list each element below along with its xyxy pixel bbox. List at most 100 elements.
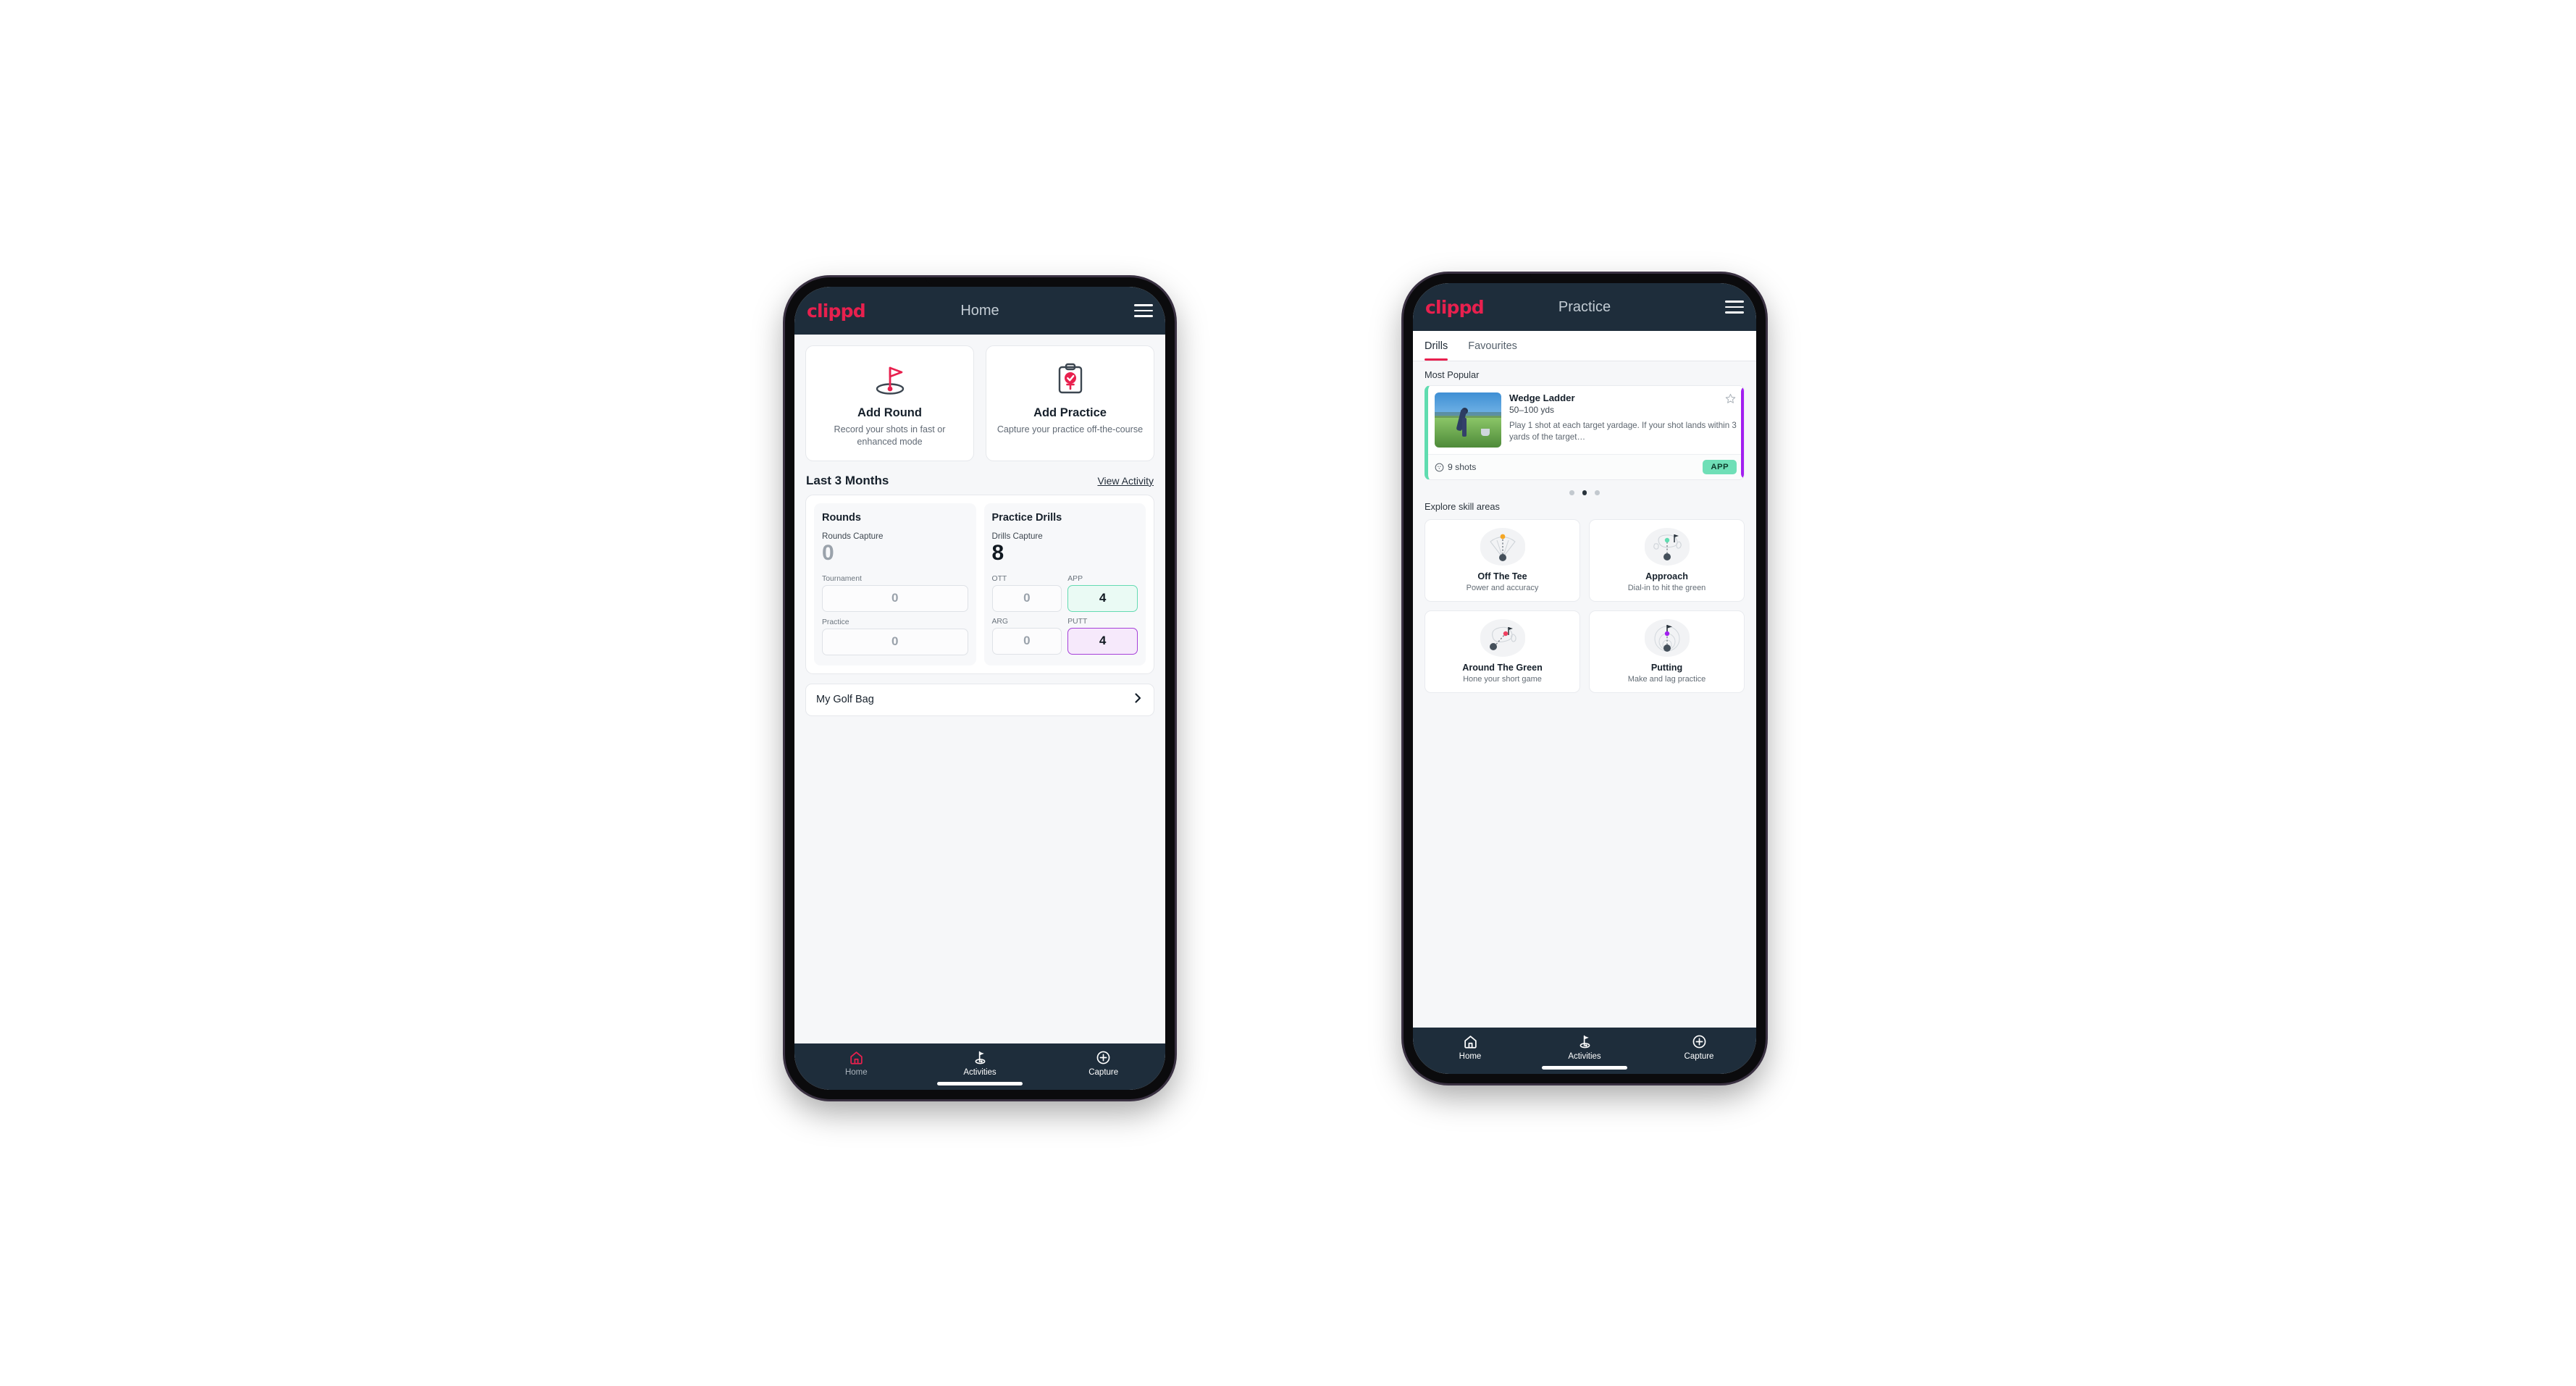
explore-skill-areas-label: Explore skill areas	[1425, 500, 1500, 512]
rounds-capture-value: 0	[822, 540, 834, 565]
nav-home[interactable]: Home	[1413, 1034, 1527, 1061]
nav-home-label: Home	[1459, 1052, 1482, 1061]
drill-description: Play 1 shot at each target yardage. If y…	[1509, 421, 1737, 442]
phone-notch	[926, 277, 1034, 284]
next-drill-card-peek[interactable]	[1741, 386, 1744, 479]
phone-notch	[1530, 274, 1639, 280]
practice-appbar: clippd Practice	[1413, 283, 1756, 331]
skill-subtitle: Power and accuracy	[1466, 583, 1539, 592]
stats-card: Rounds Rounds Capture 0 Tournament 0 Pra…	[805, 494, 1154, 674]
nav-capture[interactable]: Capture	[1642, 1034, 1756, 1061]
ott-field: OTT 0	[991, 574, 1062, 612]
practice-tabs: Drills Favourites	[1413, 331, 1756, 361]
screenshot-stage: clippd Home Add Round Record your shots …	[0, 0, 2576, 1386]
skill-title: Putting	[1650, 662, 1683, 673]
tournament-field: Tournament 0	[822, 575, 968, 612]
rounds-heading: Rounds	[822, 511, 861, 524]
skill-areas-grid: Off The Tee Power and accuracy Approach …	[1413, 517, 1756, 700]
carousel-dot-2[interactable]	[1582, 490, 1587, 495]
home-content: Add Round Record your shots in fast or e…	[794, 335, 1165, 1043]
home-icon	[850, 1051, 863, 1064]
most-popular-label: Most Popular	[1425, 369, 1480, 380]
rounds-capture-label: Rounds Capture	[822, 531, 884, 541]
skill-card-off-the-tee[interactable]: Off The Tee Power and accuracy	[1425, 518, 1580, 602]
practice-bottom-nav: Home Activities Capture	[1413, 1028, 1756, 1074]
skill-card-approach[interactable]: Approach Dial-in to hit the green	[1589, 518, 1745, 602]
rounds-column: Rounds Rounds Capture 0 Tournament 0 Pra…	[814, 503, 976, 665]
practice-value[interactable]: 0	[822, 628, 968, 655]
tab-drills-label: Drills	[1425, 340, 1448, 352]
drill-metric-grid: OTT 0 APP 4 ARG 0 PUTT 4	[991, 574, 1138, 655]
home-appbar: clippd Home	[794, 287, 1165, 335]
drill-card[interactable]: Wedge Ladder 50–100 yds Play 1 shot at e…	[1425, 385, 1745, 480]
practice-field: Practice 0	[822, 618, 968, 655]
skill-subtitle: Make and lag practice	[1627, 674, 1706, 684]
my-golf-bag-row[interactable]: My Golf Bag	[805, 683, 1154, 716]
hamburger-menu-icon[interactable]	[1725, 297, 1744, 317]
golf-ball-icon	[1435, 463, 1444, 471]
nav-activities-label: Activities	[963, 1068, 997, 1077]
add-practice-title: Add Practice	[1033, 406, 1107, 419]
ott-value[interactable]: 0	[991, 584, 1062, 612]
skill-title: Approach	[1645, 571, 1688, 581]
add-practice-subtitle: Capture your practice off-the-course	[997, 424, 1144, 434]
nav-home[interactable]: Home	[794, 1050, 918, 1077]
my-golf-bag-label: My Golf Bag	[816, 694, 874, 706]
drill-category-tag: APP	[1703, 460, 1737, 474]
app-field: APP 4	[1067, 575, 1138, 612]
skill-card-around-the-green[interactable]: Around The Green Hone your short game	[1425, 610, 1580, 693]
carousel-dot-3[interactable]	[1595, 490, 1600, 495]
tournament-value[interactable]: 0	[822, 584, 968, 612]
drills-capture-value: 8	[991, 540, 1004, 565]
add-round-title: Add Round	[857, 406, 922, 419]
nav-activities[interactable]: Activities	[1527, 1034, 1642, 1061]
skill-card-putting[interactable]: Putting Make and lag practice	[1589, 610, 1745, 693]
drills-capture-label: Drills Capture	[991, 531, 1043, 541]
phone-home: clippd Home Add Round Record your shots …	[785, 277, 1175, 1099]
app-value[interactable]: 4	[1067, 584, 1138, 612]
chevron-right-icon	[1132, 692, 1144, 707]
add-round-card[interactable]: Add Round Record your shots in fast or e…	[805, 345, 974, 461]
practice-content: Most Popular Wedge Ladder 50–100 yds Pla…	[1413, 361, 1756, 1028]
putting-rings-icon	[1644, 618, 1690, 657]
ott-label: OTT	[991, 574, 1007, 583]
add-practice-card[interactable]: Add Practice Capture your practice off-t…	[986, 345, 1154, 461]
home-indicator	[937, 1082, 1023, 1085]
carousel-dot-1[interactable]	[1569, 490, 1574, 495]
clippd-logo[interactable]: clippd	[807, 301, 866, 322]
arg-field: ARG 0	[991, 617, 1062, 655]
arg-label: ARG	[991, 617, 1009, 626]
tab-favourites-label: Favourites	[1468, 340, 1517, 352]
drills-column: Practice Drills Drills Capture 8 OTT 0 A…	[983, 503, 1146, 665]
tab-favourites[interactable]: Favourites	[1468, 331, 1527, 361]
nav-home-label: Home	[844, 1068, 868, 1077]
tab-drills[interactable]: Drills	[1425, 331, 1458, 361]
practice-label: Practice	[822, 618, 849, 626]
arg-value[interactable]: 0	[991, 627, 1062, 655]
carousel-dots	[1425, 480, 1745, 500]
tee-shot-fan-icon	[1480, 527, 1525, 566]
last-3-months-header: Last 3 Months View Activity	[794, 461, 1165, 495]
drill-shots: 9 shots	[1435, 462, 1476, 472]
home-indicator	[1542, 1066, 1627, 1070]
plus-circle-icon	[1096, 1051, 1110, 1064]
golf-flag-icon	[975, 1051, 985, 1064]
home-icon	[1464, 1036, 1477, 1049]
drill-carousel[interactable]: Wedge Ladder 50–100 yds Play 1 shot at e…	[1413, 385, 1756, 500]
star-outline-icon[interactable]	[1720, 392, 1737, 408]
clipboard-check-tee-icon	[1053, 360, 1088, 399]
golf-flag-hole-icon	[871, 360, 909, 399]
clippd-logo[interactable]: clippd	[1425, 297, 1485, 318]
chip-green-icon	[1480, 618, 1525, 657]
nav-activities[interactable]: Activities	[918, 1050, 1042, 1077]
nav-capture[interactable]: Capture	[1041, 1050, 1165, 1077]
skill-title: Around The Green	[1462, 662, 1543, 673]
section-title: Last 3 Months	[806, 473, 889, 487]
tournament-label: Tournament	[822, 574, 862, 583]
putt-value[interactable]: 4	[1067, 627, 1138, 655]
phone-practice: clippd Practice Drills Favourites Most P…	[1404, 274, 1766, 1083]
hamburger-menu-icon[interactable]	[1134, 301, 1153, 321]
drill-thumbnail	[1435, 392, 1501, 448]
view-activity-link[interactable]: View Activity	[1097, 475, 1154, 487]
skill-subtitle: Hone your short game	[1463, 674, 1542, 684]
